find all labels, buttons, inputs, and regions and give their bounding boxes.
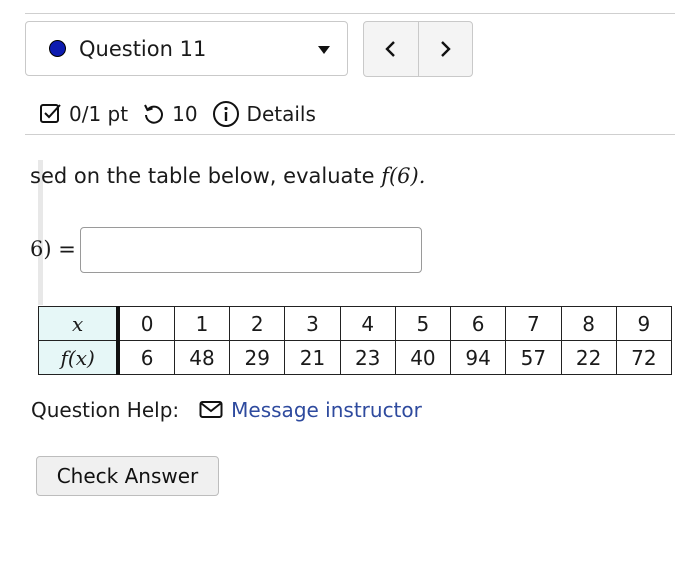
- prompt-math: f(6).: [381, 164, 426, 188]
- fx-cell: 29: [229, 340, 286, 375]
- answer-input[interactable]: [80, 227, 422, 273]
- details-link[interactable]: Details: [247, 102, 316, 126]
- x-row: x 0 1 2 3 4 5 6 7 8 9: [38, 306, 672, 341]
- function-table: x 0 1 2 3 4 5 6 7 8 9 f(x) 6 48 29 21 23…: [38, 306, 672, 375]
- answer-label-equals: =: [51, 237, 76, 261]
- x-cell: 0: [117, 306, 175, 341]
- fx-cell: 48: [173, 340, 231, 375]
- x-cell: 3: [284, 306, 341, 341]
- question-help-label: Question Help:: [31, 398, 180, 422]
- x-cell: 8: [560, 306, 617, 341]
- chevron-left-icon: [385, 41, 395, 57]
- fx-cell: 22: [560, 340, 617, 375]
- message-instructor-link[interactable]: Message instructor: [231, 398, 422, 422]
- fx-cell: 72: [615, 340, 672, 375]
- retry-icon: [142, 102, 166, 126]
- caret-down-icon: [318, 46, 330, 54]
- x-cell: 7: [505, 306, 562, 341]
- fx-cell: 94: [450, 340, 507, 375]
- question-help: Question Help: Message instructor: [31, 398, 422, 422]
- checkbox-check-icon: [39, 102, 63, 126]
- function-table-wrap: x 0 1 2 3 4 5 6 7 8 9 f(x) 6 48 29 21 23…: [38, 306, 672, 376]
- fx-cell: 40: [394, 340, 452, 375]
- previous-question-button[interactable]: [364, 22, 418, 76]
- next-question-button[interactable]: [417, 22, 473, 76]
- question-meta: 0/1 pt 10 Details: [39, 99, 316, 129]
- x-header: x: [38, 306, 121, 341]
- answer-label-math: 6): [30, 237, 52, 261]
- question-nav: [363, 21, 473, 77]
- meta-divider: [25, 134, 675, 135]
- x-cell: 1: [173, 306, 231, 341]
- question-prompt: sed on the table below, evaluate f(6).: [30, 164, 425, 188]
- x-cell: 2: [229, 306, 286, 341]
- answer-label: 6) =: [30, 237, 76, 261]
- fx-header: f(x): [38, 340, 121, 375]
- envelope-icon[interactable]: [199, 400, 223, 420]
- chevron-right-icon: [441, 41, 451, 57]
- x-cell: 9: [615, 306, 672, 341]
- prompt-text: sed on the table below, evaluate: [30, 164, 382, 188]
- question-select[interactable]: Question 11: [25, 21, 348, 76]
- check-answer-button[interactable]: Check Answer: [36, 456, 219, 496]
- question-select-label: Question 11: [79, 37, 207, 61]
- status-dot: [49, 40, 66, 57]
- top-divider: [25, 13, 675, 14]
- fx-cell: 57: [505, 340, 562, 375]
- fx-cell: 6: [117, 340, 175, 375]
- fx-row: f(x) 6 48 29 21 23 40 94 57 22 72: [38, 340, 672, 375]
- retries-count: 10: [172, 102, 198, 126]
- x-cell: 6: [450, 306, 507, 341]
- score-text: 0/1 pt: [69, 102, 129, 126]
- fx-cell: 21: [284, 340, 341, 375]
- fx-cell: 23: [339, 340, 396, 375]
- x-cell: 4: [339, 306, 396, 341]
- x-cell: 5: [394, 306, 452, 341]
- info-icon[interactable]: [212, 100, 240, 128]
